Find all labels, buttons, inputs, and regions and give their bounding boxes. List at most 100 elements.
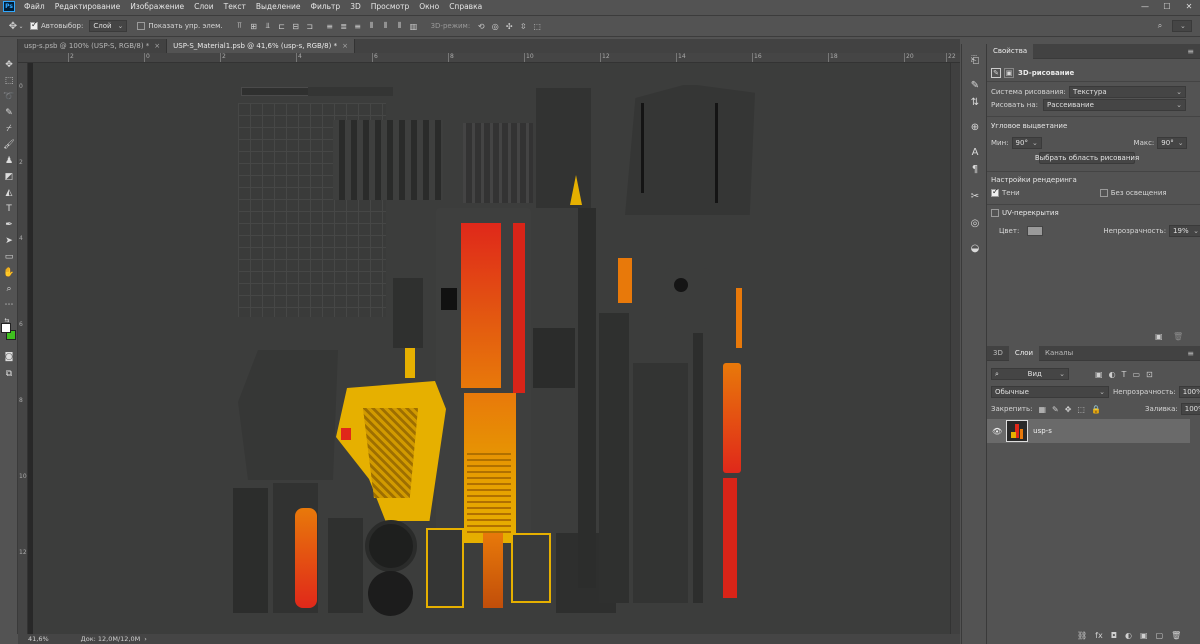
status-menu-arrow-icon[interactable]: › bbox=[144, 635, 147, 643]
character-icon[interactable]: A bbox=[968, 145, 982, 159]
3d-scene-icon[interactable]: ◎ bbox=[968, 216, 982, 230]
foreground-color-swatch[interactable] bbox=[1, 323, 11, 333]
lock-transparent-icon[interactable]: ▦ bbox=[1038, 405, 1046, 414]
menu-filter[interactable]: Фильтр bbox=[306, 0, 346, 13]
close-tab-icon[interactable]: × bbox=[154, 42, 160, 50]
min-dropdown[interactable]: 90° bbox=[1011, 137, 1042, 149]
3d-roll-icon[interactable]: ◎ bbox=[490, 21, 500, 31]
filter-type-icon[interactable]: T bbox=[1122, 370, 1127, 379]
menu-file[interactable]: Файл bbox=[19, 0, 50, 13]
tab-usp-s[interactable]: usp-s.psb @ 100% (USP-S, RGB/8) * × bbox=[18, 39, 168, 53]
filter-smart-icon[interactable]: ⊡ bbox=[1146, 370, 1153, 379]
search-icon[interactable]: ⌕ bbox=[1155, 21, 1165, 31]
filter-pixel-icon[interactable]: ▣ bbox=[1095, 370, 1103, 379]
add-mask-icon[interactable]: ◘ bbox=[1111, 631, 1117, 640]
panel-menu-icon[interactable]: ≡ bbox=[1187, 349, 1194, 358]
close-window-button[interactable]: ✕ bbox=[1178, 0, 1200, 13]
align-vcenter-icon[interactable]: ⊞ bbox=[249, 21, 259, 31]
3d-scale-icon[interactable]: ⬚ bbox=[532, 21, 542, 31]
fx-icon[interactable]: fx bbox=[1095, 631, 1103, 640]
people-icon[interactable]: ⊕ bbox=[968, 120, 982, 134]
3d-pan-icon[interactable]: ✣ bbox=[504, 21, 514, 31]
auto-select-checkbox[interactable] bbox=[30, 20, 38, 30]
show-controls-option[interactable]: Показать упр. элем. bbox=[137, 22, 223, 30]
delete-layer-icon[interactable]: 🗑 bbox=[1171, 631, 1181, 640]
lasso-tool-icon[interactable]: ➰ bbox=[2, 90, 16, 104]
screen-mode-icon[interactable]: ⧉ bbox=[2, 367, 16, 381]
panel-menu-icon[interactable]: ≡ bbox=[1187, 47, 1194, 56]
history-icon[interactable]: ⎗ bbox=[968, 53, 982, 67]
paint-bucket-tool-icon[interactable]: ◭ bbox=[2, 186, 16, 200]
shadows-checkbox[interactable] bbox=[991, 187, 999, 197]
quick-mask-icon[interactable]: ◙ bbox=[2, 350, 16, 364]
marquee-tool-icon[interactable]: ⬚ bbox=[2, 74, 16, 88]
path-select-tool-icon[interactable]: ➤ bbox=[2, 234, 16, 248]
distribute-vcenter-icon[interactable]: ≣ bbox=[339, 21, 349, 31]
zoom-level[interactable]: 41,6% bbox=[28, 635, 49, 643]
distribute-hcenter-icon[interactable]: ⦀ bbox=[381, 21, 391, 31]
materials-icon[interactable]: ◒ bbox=[968, 241, 982, 255]
tools-settings-icon[interactable]: ✂ bbox=[968, 189, 982, 203]
eyedropper-tool-icon[interactable]: ⌿ bbox=[2, 122, 16, 136]
new-3d-layer-icon[interactable]: ▣ bbox=[1155, 332, 1163, 341]
uv-overlay-checkbox[interactable] bbox=[991, 209, 999, 217]
align-bottom-icon[interactable]: ⫫ bbox=[263, 21, 273, 31]
tab-properties[interactable]: Свойства bbox=[987, 43, 1034, 59]
hand-tool-icon[interactable]: ✋ bbox=[2, 266, 16, 280]
paint-on-dropdown[interactable]: Рассеивание bbox=[1043, 99, 1186, 111]
3d-slide-icon[interactable]: ⇳ bbox=[518, 21, 528, 31]
tool-preset-chevron-icon[interactable]: ⌄ bbox=[18, 21, 24, 31]
layer-name[interactable]: usp-s bbox=[1033, 427, 1052, 435]
menu-window[interactable]: Окно bbox=[414, 0, 444, 13]
minimize-button[interactable]: — bbox=[1134, 0, 1156, 13]
menu-edit[interactable]: Редактирование bbox=[50, 0, 125, 13]
tab-channels[interactable]: Каналы bbox=[1039, 346, 1079, 361]
brush-settings-icon[interactable]: ✎ bbox=[968, 78, 982, 92]
auto-select-option[interactable]: Автовыбор: bbox=[30, 20, 83, 30]
filter-shape-icon[interactable]: ▭ bbox=[1132, 370, 1140, 379]
fill-field[interactable]: 100% bbox=[1180, 403, 1200, 415]
lock-pixels-icon[interactable]: ✎ bbox=[1052, 405, 1059, 414]
workspace-dropdown[interactable] bbox=[1172, 20, 1192, 32]
distribute-right-icon[interactable]: ⫴ bbox=[395, 21, 405, 31]
quick-select-tool-icon[interactable]: ✎ bbox=[2, 106, 16, 120]
menu-select[interactable]: Выделение bbox=[251, 0, 306, 13]
align-hcenter-icon[interactable]: ⊟ bbox=[291, 21, 301, 31]
new-group-icon[interactable]: ▣ bbox=[1140, 631, 1148, 640]
max-dropdown[interactable]: 90° bbox=[1157, 137, 1188, 149]
type-tool-icon[interactable]: T bbox=[2, 202, 16, 216]
layer-opacity-field[interactable]: 100% bbox=[1178, 386, 1200, 398]
blend-mode-dropdown[interactable]: Обычные bbox=[991, 386, 1109, 398]
move-tool-icon[interactable]: ✥ bbox=[8, 21, 18, 32]
layer-row[interactable]: 👁 usp-s bbox=[987, 419, 1190, 443]
paint-system-dropdown[interactable]: Текстура bbox=[1069, 86, 1186, 98]
move-tool-icon[interactable]: ✥ bbox=[2, 58, 16, 72]
align-left-icon[interactable]: ⊏ bbox=[277, 21, 287, 31]
link-layers-icon[interactable]: ⛓ bbox=[1077, 631, 1087, 640]
uv-color-swatch[interactable] bbox=[1027, 226, 1044, 236]
close-tab-icon[interactable]: × bbox=[342, 42, 348, 50]
more-tools-icon[interactable]: ⋯ bbox=[2, 298, 16, 312]
3d-orbit-icon[interactable]: ⟲ bbox=[476, 21, 486, 31]
visibility-eye-icon[interactable]: 👁 bbox=[992, 427, 1002, 436]
filter-adjust-icon[interactable]: ◐ bbox=[1109, 370, 1116, 379]
brush-icon[interactable]: ✎ bbox=[991, 68, 1001, 78]
distribute-left-icon[interactable]: ⫴ bbox=[367, 21, 377, 31]
canvas-vertical-scrollbar[interactable] bbox=[950, 63, 960, 634]
show-controls-checkbox[interactable] bbox=[137, 22, 146, 30]
menu-3d[interactable]: 3D bbox=[345, 0, 366, 13]
auto-select-dropdown[interactable]: Слой bbox=[89, 20, 128, 32]
align-right-icon[interactable]: ⊐ bbox=[305, 21, 315, 31]
auto-align-icon[interactable]: ▥ bbox=[409, 21, 419, 31]
eraser-tool-icon[interactable]: ◩ bbox=[2, 170, 16, 184]
layer-filter-dropdown[interactable]: ⌕ Вид bbox=[991, 368, 1069, 380]
new-layer-icon[interactable]: ▢ bbox=[1156, 631, 1164, 640]
menu-type[interactable]: Текст bbox=[219, 0, 251, 13]
menu-view[interactable]: Просмотр bbox=[366, 0, 415, 13]
distribute-top-icon[interactable]: ≡ bbox=[325, 21, 335, 31]
brush-tool-icon[interactable]: 🖌 bbox=[2, 138, 16, 152]
delete-icon[interactable]: 🗑 bbox=[1173, 332, 1183, 341]
uv-opacity-field[interactable]: 19% bbox=[1169, 225, 1200, 237]
texture-document[interactable] bbox=[33, 63, 950, 634]
zoom-tool-icon[interactable]: ⌕ bbox=[2, 282, 16, 296]
